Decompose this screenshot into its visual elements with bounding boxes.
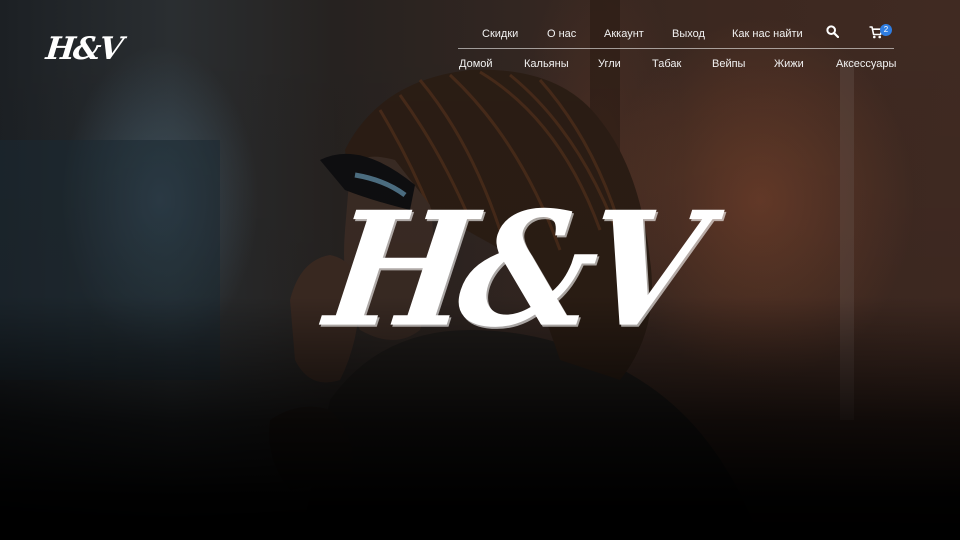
search-icon[interactable]: [826, 25, 840, 39]
nav-link-accessories[interactable]: Аксессуары: [836, 58, 896, 70]
nav-link-logout[interactable]: Выход: [672, 28, 705, 40]
nav-link-about[interactable]: О нас: [547, 28, 576, 40]
nav-link-location[interactable]: Как нас найти: [732, 28, 803, 40]
nav-link-hookahs[interactable]: Кальяны: [524, 58, 569, 70]
hero-logo-text: H&V: [317, 177, 707, 363]
hero-logo: H&V: [317, 175, 707, 365]
nav-link-home[interactable]: Домой: [459, 58, 493, 70]
brand-logo[interactable]: H&V: [44, 30, 123, 68]
cart-count-badge: 2: [880, 24, 892, 36]
nav-divider: [458, 48, 894, 49]
nav-link-liquids[interactable]: Жижи: [774, 58, 804, 70]
nav-link-tobacco[interactable]: Табак: [652, 58, 681, 70]
nav-link-vapes[interactable]: Вейпы: [712, 58, 745, 70]
nav-link-discounts[interactable]: Скидки: [482, 28, 518, 40]
main-navigation: Домой Кальяны Угли Табак Вейпы Жижи Аксе…: [458, 52, 896, 74]
nav-link-coals[interactable]: Угли: [598, 58, 621, 70]
nav-link-account[interactable]: Аккаунт: [604, 28, 644, 40]
